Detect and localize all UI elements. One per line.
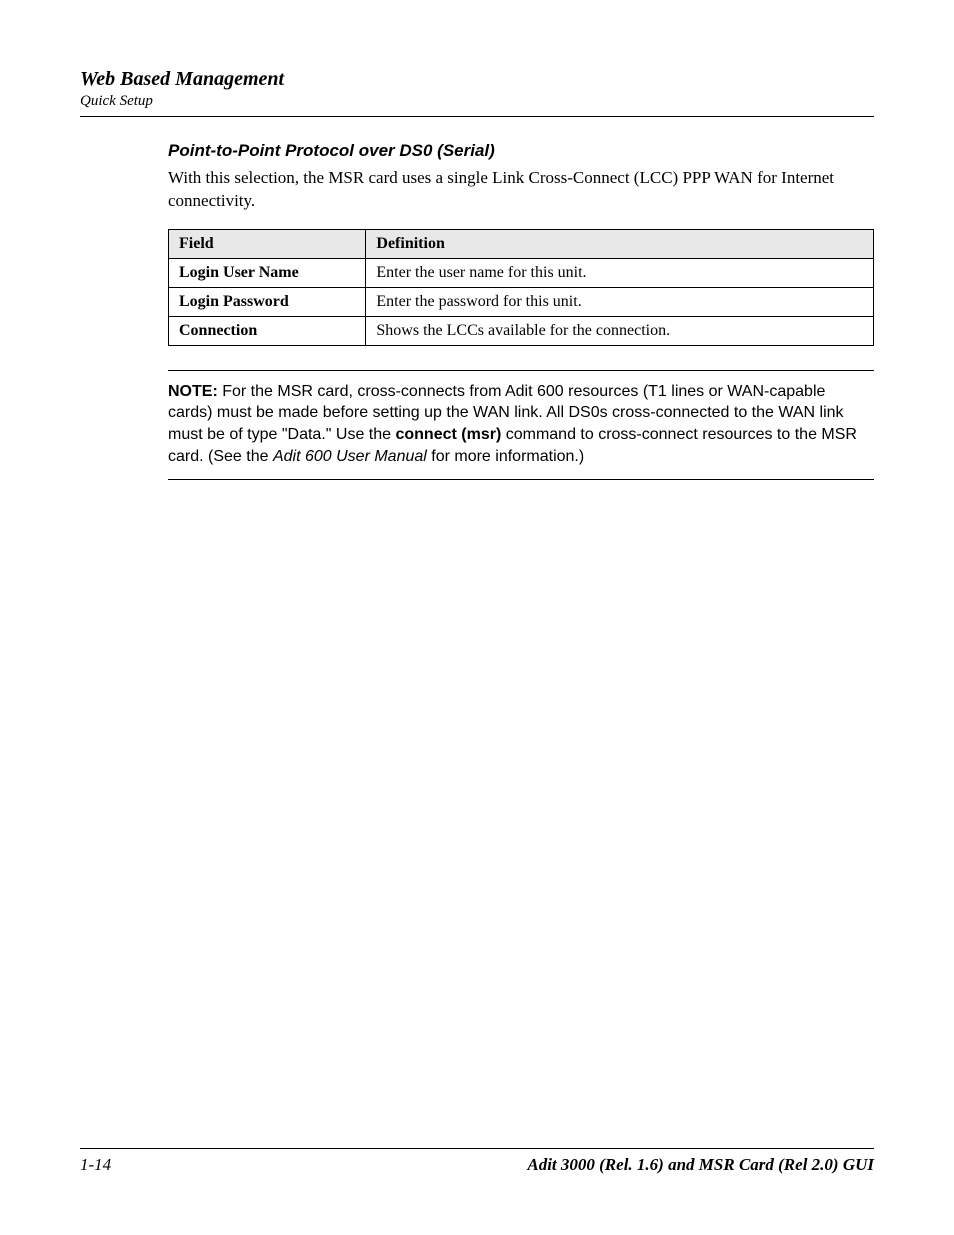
table-cell-field: Connection: [169, 316, 366, 345]
table-cell-field: Login Password: [169, 287, 366, 316]
table-cell-definition: Enter the password for this unit.: [366, 287, 874, 316]
page: Web Based Management Quick Setup Point-t…: [0, 0, 954, 1235]
table-header-row: Field Definition: [169, 229, 874, 258]
note-manual-ref: Adit 600 User Manual: [273, 448, 427, 465]
table-cell-definition: Shows the LCCs available for the connect…: [366, 316, 874, 345]
table-row: Login User Name Enter the user name for …: [169, 258, 874, 287]
table-cell-field: Login User Name: [169, 258, 366, 287]
table-row: Login Password Enter the password for th…: [169, 287, 874, 316]
header-title: Web Based Management: [80, 68, 874, 91]
section-heading: Point-to-Point Protocol over DS0 (Serial…: [168, 141, 874, 161]
header-subtitle: Quick Setup: [80, 93, 874, 110]
page-header: Web Based Management Quick Setup: [80, 68, 874, 117]
footer-row: 1-14 Adit 3000 (Rel. 1.6) and MSR Card (…: [80, 1155, 874, 1175]
footer-doc-title: Adit 3000 (Rel. 1.6) and MSR Card (Rel 2…: [527, 1155, 874, 1175]
footer-page-number: 1-14: [80, 1155, 111, 1175]
table-header-definition: Definition: [366, 229, 874, 258]
note-text-c: for more information.): [427, 448, 584, 465]
content-block: Point-to-Point Protocol over DS0 (Serial…: [168, 141, 874, 346]
footer-rule: [80, 1148, 874, 1149]
header-rule: [80, 116, 874, 117]
table-header-field: Field: [169, 229, 366, 258]
note-command: connect (msr): [395, 426, 501, 443]
table-cell-definition: Enter the user name for this unit.: [366, 258, 874, 287]
table-row: Connection Shows the LCCs available for …: [169, 316, 874, 345]
page-footer: 1-14 Adit 3000 (Rel. 1.6) and MSR Card (…: [80, 1148, 874, 1175]
note-label: NOTE:: [168, 383, 218, 400]
section-intro: With this selection, the MSR card uses a…: [168, 167, 874, 213]
field-definition-table: Field Definition Login User Name Enter t…: [168, 229, 874, 346]
note-block: NOTE: For the MSR card, cross-connects f…: [168, 370, 874, 480]
